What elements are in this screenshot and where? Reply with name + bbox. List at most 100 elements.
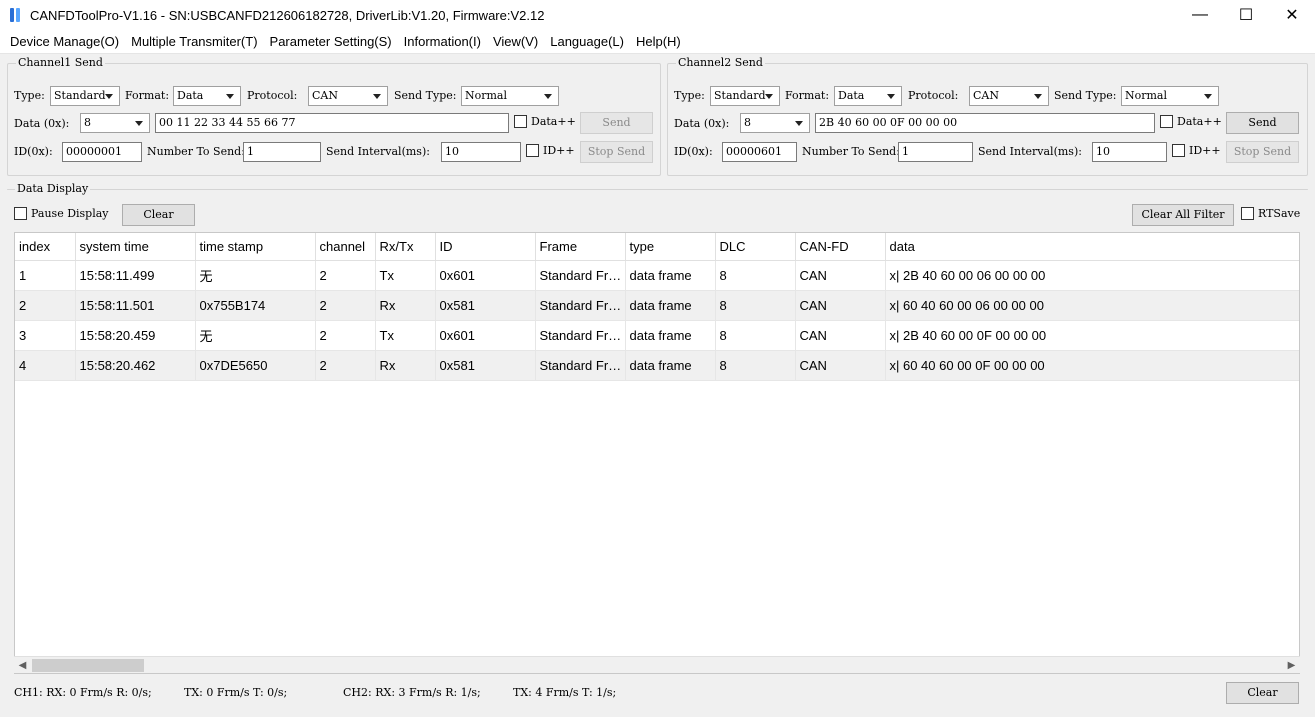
table-cell: 0x581 — [435, 290, 536, 321]
ch1-number-input[interactable]: 1 — [243, 142, 321, 162]
ch2-data-input[interactable]: 2B 40 60 00 0F 00 00 00 — [815, 113, 1155, 133]
minimize-button[interactable]: — — [1177, 0, 1223, 30]
table-cell: data frame — [625, 290, 716, 321]
ch2-format-select[interactable]: Data — [834, 86, 902, 106]
column-header[interactable]: index — [15, 233, 76, 261]
rtsave-checkbox[interactable]: RTSave — [1241, 207, 1300, 220]
rtsave-box[interactable] — [1241, 207, 1254, 220]
column-header[interactable]: data — [885, 233, 1299, 261]
ch1-data-input[interactable]: 00 11 22 33 44 55 66 77 — [155, 113, 509, 133]
table-cell: Tx — [375, 320, 436, 351]
ch1-rx-status: CH1: RX: 0 Frm/s R: 0/s; — [14, 686, 152, 699]
scroll-right-icon[interactable]: ▶ — [1283, 657, 1300, 674]
clear-all-filter-button[interactable]: Clear All Filter — [1132, 204, 1234, 226]
ch2-idplus-checkbox[interactable]: ID++ — [1172, 144, 1221, 157]
table-cell: 4 — [15, 350, 76, 381]
menu-information[interactable]: Information(I) — [398, 34, 487, 49]
ch2-number-input[interactable]: 1 — [898, 142, 973, 162]
clear-display-button[interactable]: Clear — [122, 204, 195, 226]
scroll-left-icon[interactable]: ◀ — [14, 657, 31, 674]
pause-display-label: Pause Display — [31, 207, 109, 220]
ch2-send-button[interactable]: Send — [1226, 112, 1299, 134]
ch1-id-label: ID(0x): — [14, 145, 53, 158]
column-header[interactable]: Frame — [535, 233, 626, 261]
ch2-dlc-select[interactable]: 8 — [740, 113, 810, 133]
ch2-id-label: ID(0x): — [674, 145, 713, 158]
ch1-idplus-box[interactable] — [526, 144, 539, 157]
close-button[interactable]: ✕ — [1269, 0, 1315, 30]
ch1-interval-input[interactable]: 10 — [441, 142, 521, 162]
menu-device-manage[interactable]: Device Manage(O) — [4, 34, 125, 49]
ch2-idplus-box[interactable] — [1172, 144, 1185, 157]
ch2-dataplus-checkbox[interactable]: Data++ — [1160, 115, 1222, 128]
ch2-protocol-label: Protocol: — [908, 89, 959, 102]
ch1-idplus-checkbox[interactable]: ID++ — [526, 144, 575, 157]
ch2-stop-send-button[interactable]: Stop Send — [1226, 141, 1299, 163]
column-header[interactable]: time stamp — [195, 233, 316, 261]
ch1-stop-send-button[interactable]: Stop Send — [580, 141, 653, 163]
pause-display-box[interactable] — [14, 207, 27, 220]
app-logo-icon — [10, 8, 24, 22]
column-header[interactable]: ID — [435, 233, 536, 261]
table-cell: CAN — [795, 350, 886, 381]
ch1-dataplus-box[interactable] — [514, 115, 527, 128]
table-row[interactable]: 4 15:58:20.462 0x7DE5650 2 Rx 0x581 Stan… — [15, 350, 1299, 381]
menu-bar: Device Manage(O) Multiple Transmiter(T) … — [0, 30, 1315, 54]
table-cell: Standard Frame — [535, 320, 626, 351]
ch2-protocol-select[interactable]: CAN — [969, 86, 1049, 106]
clear-status-button[interactable]: Clear — [1226, 682, 1299, 704]
horizontal-scrollbar[interactable]: ◀ ▶ — [14, 656, 1300, 673]
column-header[interactable]: CAN-FD — [795, 233, 886, 261]
channel1-send-group: Channel1 Send Type: Standard Format: Dat… — [7, 56, 661, 176]
table-cell: Tx — [375, 260, 436, 291]
table-cell: 15:58:11.499 — [75, 260, 196, 291]
menu-parameter-setting[interactable]: Parameter Setting(S) — [264, 34, 398, 49]
column-header[interactable]: DLC — [715, 233, 796, 261]
menu-multiple-transmiter[interactable]: Multiple Transmiter(T) — [125, 34, 263, 49]
ch2-type-select[interactable]: Standard — [710, 86, 780, 106]
ch2-tx-status: TX: 4 Frm/s T: 1/s; — [513, 686, 617, 699]
ch1-sendtype-label: Send Type: — [394, 89, 457, 102]
pause-display-checkbox[interactable]: Pause Display — [14, 207, 109, 220]
menu-language[interactable]: Language(L) — [544, 34, 630, 49]
ch1-dataplus-checkbox[interactable]: Data++ — [514, 115, 576, 128]
column-header[interactable]: type — [625, 233, 716, 261]
ch2-id-input[interactable]: 00000601 — [722, 142, 797, 162]
menu-help[interactable]: Help(H) — [630, 34, 687, 49]
scrollbar-thumb[interactable] — [32, 659, 144, 672]
ch1-format-label: Format: — [125, 89, 170, 102]
ch1-send-button[interactable]: Send — [580, 112, 653, 134]
table-cell: Rx — [375, 350, 436, 381]
table-cell: 2 — [315, 290, 376, 321]
table-cell: CAN — [795, 260, 886, 291]
channel1-title: Channel1 Send — [16, 56, 105, 69]
ch2-dataplus-box[interactable] — [1160, 115, 1173, 128]
ch1-id-input[interactable]: 00000001 — [62, 142, 142, 162]
ch1-dlc-select[interactable]: 8 — [80, 113, 150, 133]
column-header[interactable]: Rx/Tx — [375, 233, 436, 261]
ch2-number-label: Number To Send: — [802, 145, 900, 158]
menu-view[interactable]: View(V) — [487, 34, 544, 49]
table-cell: 0x581 — [435, 350, 536, 381]
column-header[interactable]: system time — [75, 233, 196, 261]
ch2-sendtype-select[interactable]: Normal — [1121, 86, 1219, 106]
ch2-dataplus-label: Data++ — [1177, 115, 1222, 128]
data-table[interactable]: index system time time stamp channel Rx/… — [14, 232, 1300, 674]
table-cell: 8 — [715, 350, 796, 381]
table-cell: Rx — [375, 290, 436, 321]
table-cell: 15:58:11.501 — [75, 290, 196, 321]
table-cell: 1 — [15, 260, 76, 291]
column-header[interactable]: channel — [315, 233, 376, 261]
ch1-protocol-select[interactable]: CAN — [308, 86, 388, 106]
table-row[interactable]: 2 15:58:11.501 0x755B174 2 Rx 0x581 Stan… — [15, 290, 1299, 321]
ch2-interval-input[interactable]: 10 — [1092, 142, 1167, 162]
channel2-send-group: Channel2 Send Type: Standard Format: Dat… — [667, 56, 1308, 176]
maximize-button[interactable]: ☐ — [1223, 0, 1269, 30]
table-row[interactable]: 1 15:58:11.499 无 2 Tx 0x601 Standard Fra… — [15, 260, 1299, 291]
ch2-format-label: Format: — [785, 89, 830, 102]
table-cell: 2 — [315, 350, 376, 381]
ch1-type-select[interactable]: Standard — [50, 86, 120, 106]
ch1-sendtype-select[interactable]: Normal — [461, 86, 559, 106]
ch1-format-select[interactable]: Data — [173, 86, 241, 106]
table-row[interactable]: 3 15:58:20.459 无 2 Tx 0x601 Standard Fra… — [15, 320, 1299, 351]
